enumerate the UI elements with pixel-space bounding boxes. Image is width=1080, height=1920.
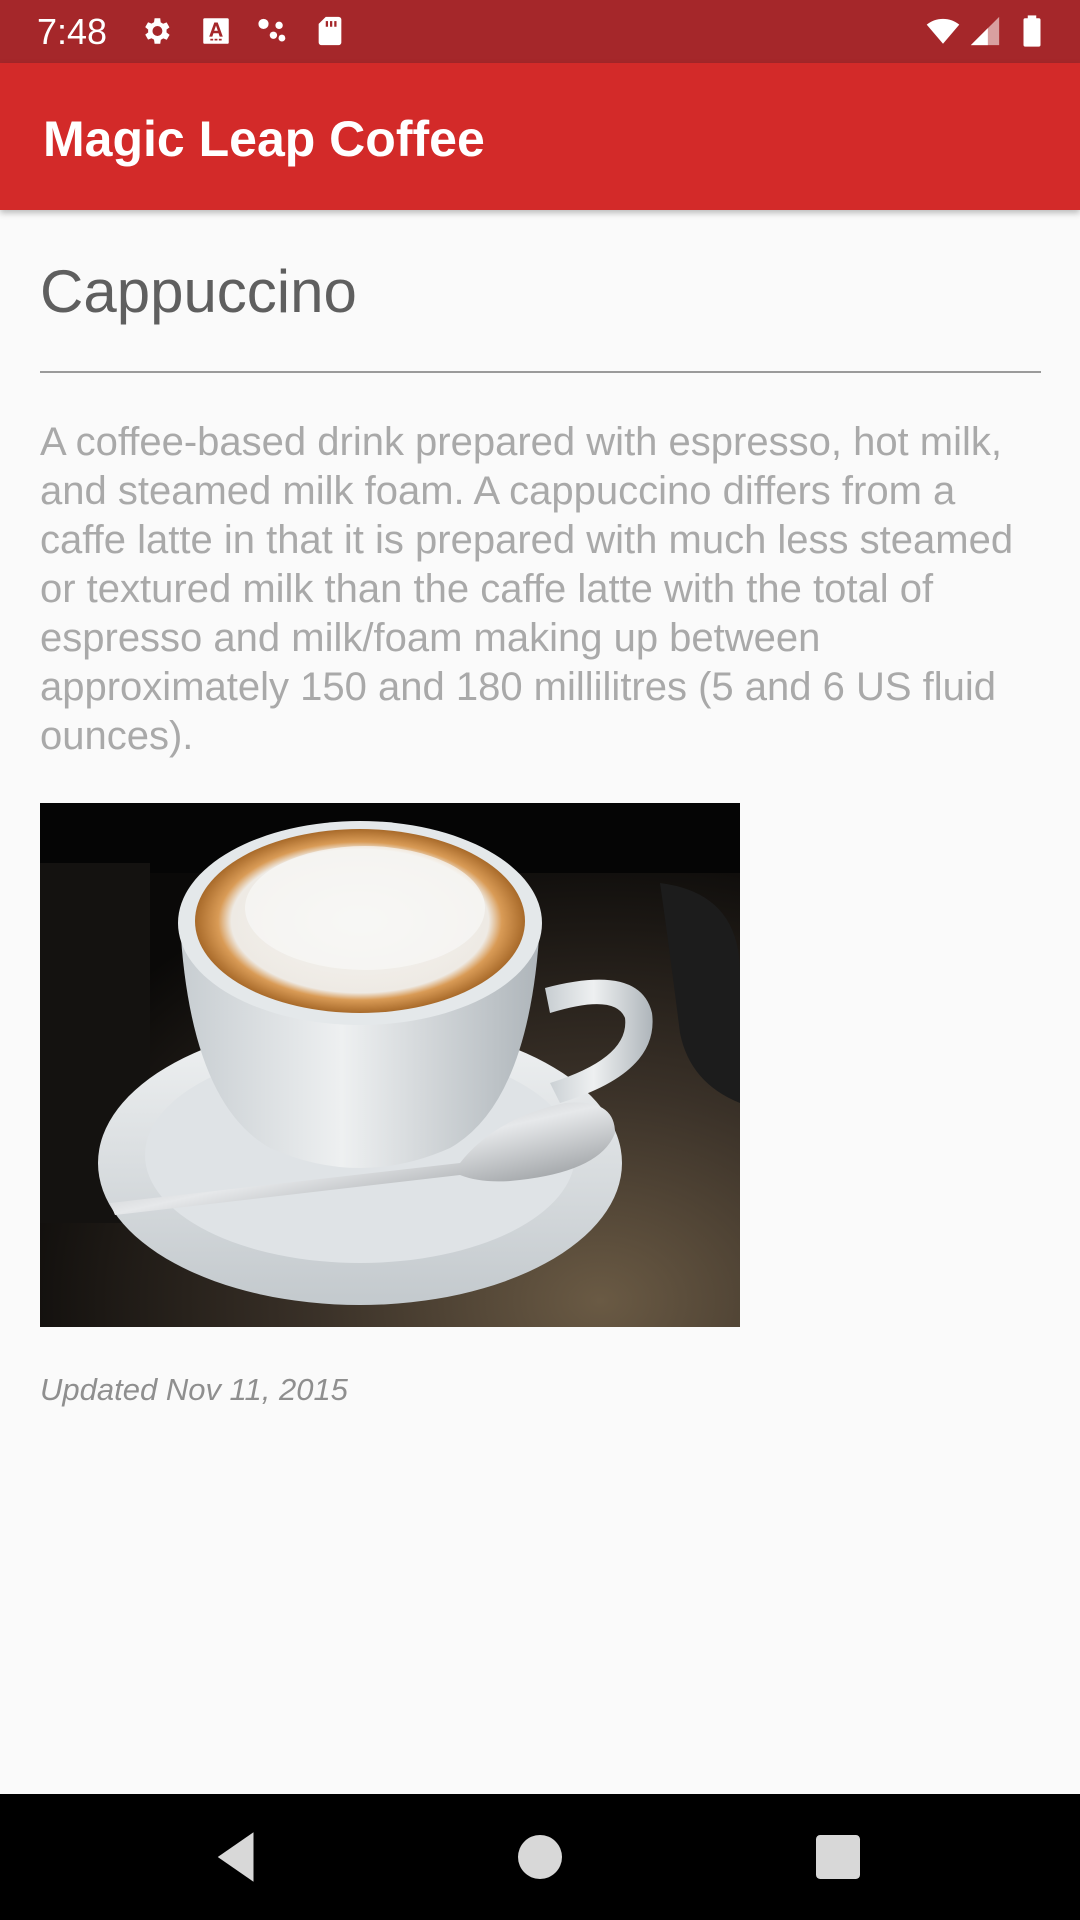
font-a-icon <box>199 14 233 48</box>
home-icon[interactable] <box>507 1824 573 1890</box>
screen: 7:48 Magic Leap Coffee Cappuccino A coff… <box>0 0 1080 1920</box>
updated-date: Updated Nov 11, 2015 <box>40 1372 348 1407</box>
gear-icon <box>139 14 173 48</box>
battery-icon <box>1014 14 1050 48</box>
sd-card-icon <box>313 14 347 48</box>
drink-description: A coffee-based drink prepared with espre… <box>40 420 1014 758</box>
app-bar: Magic Leap Coffee <box>0 63 1080 210</box>
back-icon[interactable] <box>204 1824 270 1890</box>
drink-name: Cappuccino <box>40 258 357 325</box>
status-time: 7:48 <box>37 11 108 52</box>
app-title: Magic Leap Coffee <box>43 111 485 167</box>
recents-icon[interactable] <box>805 1824 871 1890</box>
navigation-bar <box>0 1794 1080 1920</box>
drink-image <box>40 803 740 1327</box>
cell-signal-icon <box>968 14 1002 48</box>
wifi-icon <box>923 14 963 48</box>
status-bar: 7:48 <box>0 0 1080 63</box>
divider <box>40 371 1041 373</box>
dots-icon <box>255 14 289 48</box>
